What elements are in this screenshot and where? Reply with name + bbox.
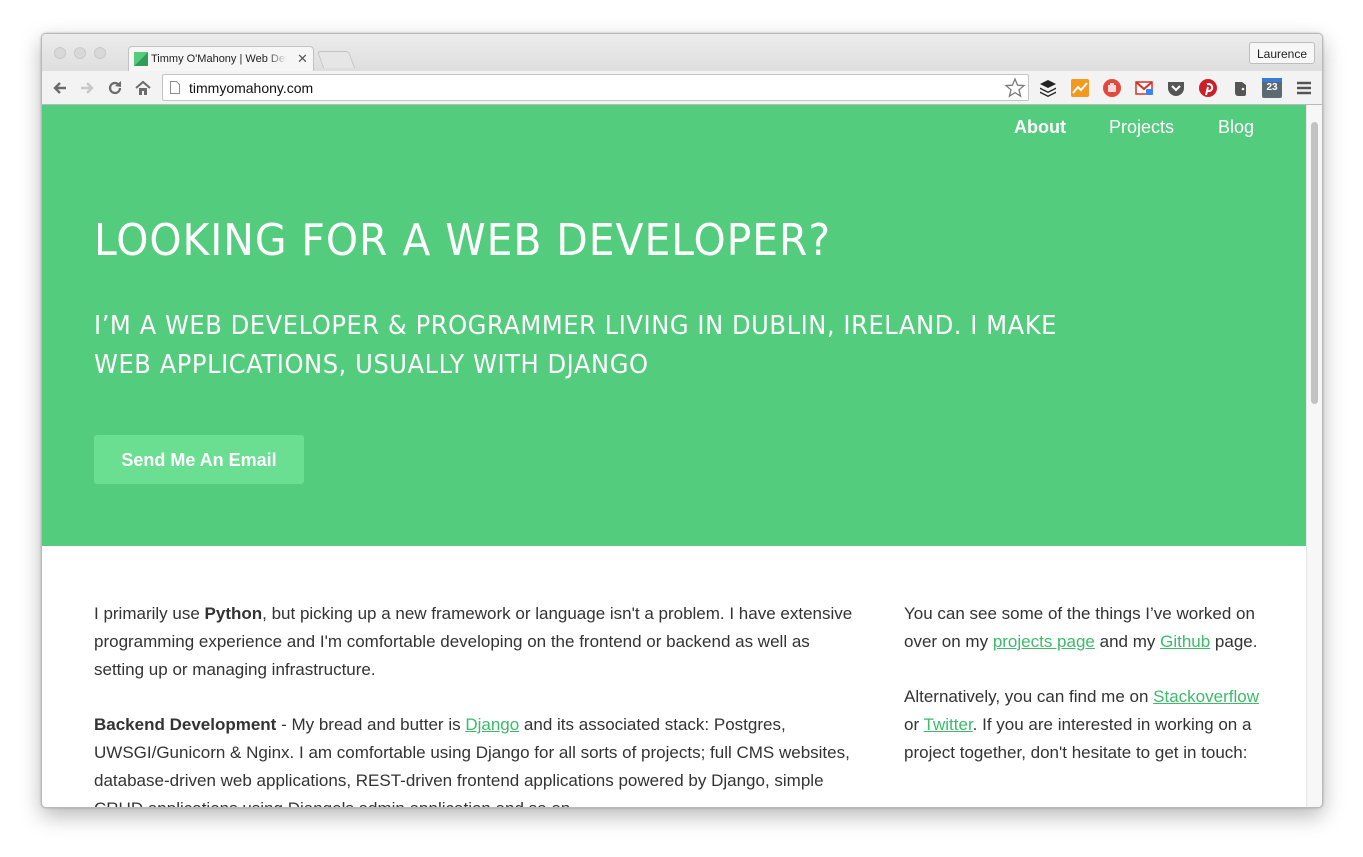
contact-text-a: Alternatively, you can find me on (904, 687, 1154, 706)
nav-blog-link[interactable]: Blog (1218, 117, 1254, 138)
site-favicon-icon (134, 52, 148, 66)
page-icon (170, 81, 180, 94)
adblock-hand-icon[interactable] (1102, 78, 1122, 98)
pocket-extension-icon[interactable] (1166, 78, 1186, 98)
active-tab[interactable]: Timmy O'Mahony | Web Developer ✕ (128, 46, 314, 72)
nav-about-link[interactable]: About (1014, 117, 1066, 138)
new-tab-button[interactable] (316, 51, 356, 68)
tab-close-icon[interactable]: ✕ (297, 51, 308, 67)
projects-text-b: and my (1094, 632, 1161, 651)
buffer-extension-icon[interactable] (1038, 78, 1058, 98)
page-viewport: About Projects Blog LOOKING FOR A WEB DE… (42, 105, 1322, 807)
zoom-window-button[interactable] (94, 47, 106, 59)
menu-hamburger-icon[interactable] (1294, 78, 1314, 98)
hero-section: About Projects Blog LOOKING FOR A WEB DE… (42, 105, 1306, 546)
main-column: I primarily use Python, but picking up a… (94, 600, 854, 807)
profile-button[interactable]: Laurence (1249, 42, 1315, 64)
close-window-button[interactable] (54, 47, 66, 59)
gmail-extension-icon[interactable] (1134, 78, 1154, 98)
backend-heading: Backend Development (94, 715, 277, 734)
python-emphasis: Python (204, 604, 263, 623)
contact-paragraph: Alternatively, you can find me on Stacko… (904, 683, 1259, 767)
address-bar[interactable]: timmyomahony.com (162, 74, 1029, 101)
intro-text-a: I primarily use (94, 604, 205, 623)
back-arrow-icon[interactable] (51, 79, 69, 97)
calendar-extension-icon[interactable]: 23 (1262, 78, 1282, 98)
side-column: You can see some of the things I’ve work… (904, 600, 1259, 794)
home-icon[interactable] (134, 79, 152, 97)
browser-window: Timmy O'Mahony | Web Developer ✕ Laurenc… (41, 33, 1323, 808)
reload-icon[interactable] (106, 79, 124, 97)
stackoverflow-link[interactable]: Stackoverflow (1153, 687, 1259, 706)
django-link[interactable]: Django (465, 715, 519, 734)
browser-toolbar: timmyomahony.com 23 (42, 71, 1322, 105)
scrollbar-thumb[interactable] (1311, 122, 1318, 404)
calendar-day-label: 23 (1266, 82, 1278, 93)
bookmark-star-icon[interactable] (1004, 77, 1026, 99)
nav-projects-link[interactable]: Projects (1109, 117, 1174, 138)
github-link[interactable]: Github (1160, 632, 1210, 651)
hero-subheadline: I’M A WEB DEVELOPER & PROGRAMMER LIVING … (94, 311, 1058, 380)
projects-page-link[interactable]: projects page (993, 632, 1095, 651)
url-text: timmyomahony.com (189, 80, 314, 96)
evernote-extension-icon[interactable] (1230, 78, 1250, 98)
tab-title: Timmy O'Mahony | Web Developer (151, 53, 287, 65)
forward-arrow-icon[interactable] (78, 79, 96, 97)
backend-text-a: - My bread and butter is (276, 715, 466, 734)
backend-paragraph: Backend Development - My bread and butte… (94, 711, 854, 807)
contact-text-b: or (904, 715, 924, 734)
minimize-window-button[interactable] (74, 47, 86, 59)
vertical-scrollbar[interactable] (1306, 105, 1322, 807)
projects-text-c: page. (1210, 632, 1258, 651)
twitter-link[interactable]: Twitter (924, 715, 973, 734)
pinterest-extension-icon[interactable] (1198, 78, 1218, 98)
tab-strip: Timmy O'Mahony | Web Developer ✕ Laurenc… (42, 34, 1322, 72)
projects-paragraph: You can see some of the things I’ve work… (904, 600, 1259, 656)
content-section: I primarily use Python, but picking up a… (42, 546, 1306, 807)
analytics-extension-icon[interactable] (1070, 78, 1090, 98)
hero-headline: LOOKING FOR A WEB DEVELOPER? (94, 215, 832, 266)
intro-paragraph: I primarily use Python, but picking up a… (94, 600, 854, 684)
send-email-button[interactable]: Send Me An Email (94, 435, 304, 484)
